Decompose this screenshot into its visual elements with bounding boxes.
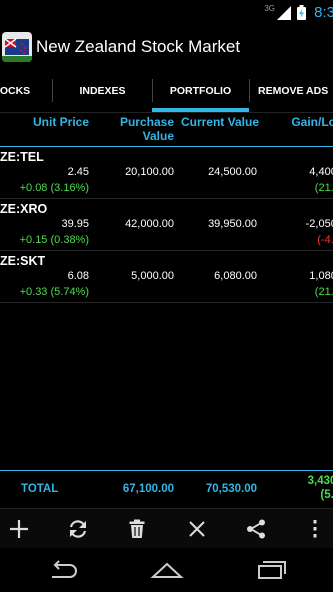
header-current-value[interactable]: Current Value — [181, 115, 259, 129]
unit-price: 6.08 — [67, 270, 89, 282]
unit-price: 2.45 — [67, 166, 89, 178]
table-header: Unit Price Purchase Value Current Value … — [0, 113, 333, 146]
unit-price: 39.95 — [61, 218, 89, 230]
overflow-menu-icon — [313, 520, 317, 538]
gain-loss-value: 4,400.0 — [309, 166, 333, 178]
gain-loss-value: -2,050.0 — [305, 218, 333, 230]
bottom-action-bar — [0, 508, 333, 548]
signal-icon — [277, 5, 292, 20]
refresh-icon — [69, 520, 87, 538]
total-gain-loss-value: 3,430.0 — [307, 475, 333, 487]
recent-apps-icon — [258, 561, 286, 579]
overflow-menu-button[interactable] — [293, 509, 333, 549]
header-purchase-value[interactable]: Purchase Value — [120, 115, 174, 143]
action-bar: New Zealand Stock Market — [0, 25, 333, 68]
recent-apps-button[interactable] — [241, 548, 301, 592]
back-icon — [52, 560, 77, 578]
delete-button[interactable] — [115, 509, 159, 549]
table-row[interactable]: ZE:XRO 39.95 +0.15 (0.38%) 42,000.00 39,… — [0, 199, 333, 251]
header-purchase-value-line1: Purchase — [119, 115, 174, 129]
home-icon — [150, 562, 184, 578]
stock-symbol: ZE:TEL — [0, 150, 44, 164]
back-button[interactable] — [33, 548, 93, 592]
total-gain-loss-percent: (5.11 — [320, 489, 333, 501]
current-value: 39,950.00 — [208, 218, 257, 230]
add-icon — [10, 520, 28, 538]
trash-icon — [129, 519, 145, 538]
app-logo-icon[interactable] — [2, 31, 32, 62]
tab-portfolio[interactable]: PORTFOLIO — [152, 68, 249, 113]
total-label: TOTAL — [21, 483, 59, 495]
purchase-value: 20,100.00 — [125, 166, 174, 178]
gain-loss-value: 1,080.0 — [309, 270, 333, 282]
refresh-button[interactable] — [56, 509, 100, 549]
tab-bar: OCKS INDEXES PORTFOLIO REMOVE ADS — [0, 68, 333, 113]
clear-button[interactable] — [175, 509, 219, 549]
tab-remove-ads[interactable]: REMOVE ADS — [258, 68, 333, 113]
price-change: +0.15 (0.38%) — [19, 234, 89, 246]
app-title: New Zealand Stock Market — [36, 36, 241, 56]
table-row[interactable]: ZE:TEL 2.45 +0.08 (3.16%) 20,100.00 24,5… — [0, 147, 333, 199]
total-current-value: 70,530.00 — [205, 483, 257, 495]
share-button[interactable] — [234, 509, 278, 549]
selected-tab-indicator — [152, 108, 249, 112]
battery-icon — [297, 5, 307, 20]
stock-symbol: ZE:SKT — [0, 254, 46, 268]
total-purchase-value: 67,100.00 — [122, 483, 174, 495]
home-button[interactable] — [137, 548, 197, 592]
current-value: 6,080.00 — [214, 270, 257, 282]
stock-symbol: ZE:XRO — [0, 202, 48, 216]
price-change: +0.33 (5.74%) — [19, 286, 89, 298]
add-button[interactable] — [0, 509, 41, 549]
header-gain-loss[interactable]: Gain/Lo — [291, 115, 333, 129]
system-navigation-bar — [0, 548, 333, 592]
share-icon — [247, 519, 265, 539]
tab-stocks[interactable]: OCKS — [0, 68, 52, 113]
status-icons: 8:3 — [277, 2, 333, 23]
gain-loss-percent: (21.60 — [314, 286, 333, 298]
status-bar: 3G 8:3 — [0, 0, 333, 25]
total-row: TOTAL 67,100.00 70,530.00 3,430.0 (5.11 — [0, 471, 333, 508]
clock: 8:3 — [314, 4, 333, 21]
header-purchase-value-line2: Value — [142, 129, 174, 143]
table-row[interactable]: ZE:SKT 6.08 +0.33 (5.74%) 5,000.00 6,080… — [0, 251, 333, 303]
header-unit-price[interactable]: Unit Price — [33, 115, 89, 129]
close-icon — [189, 521, 205, 537]
current-value: 24,500.00 — [208, 166, 257, 178]
tab-indexes[interactable]: INDEXES — [53, 68, 152, 113]
nz-flag-icon — [2, 37, 32, 62]
gain-loss-percent: (-4.88 — [317, 234, 333, 246]
gain-loss-percent: (21.89 — [314, 182, 333, 194]
tab-divider — [249, 79, 250, 102]
price-change: +0.08 (3.16%) — [19, 182, 89, 194]
purchase-value: 42,000.00 — [125, 218, 174, 230]
purchase-value: 5,000.00 — [131, 270, 174, 282]
network-type: 3G — [264, 4, 275, 13]
